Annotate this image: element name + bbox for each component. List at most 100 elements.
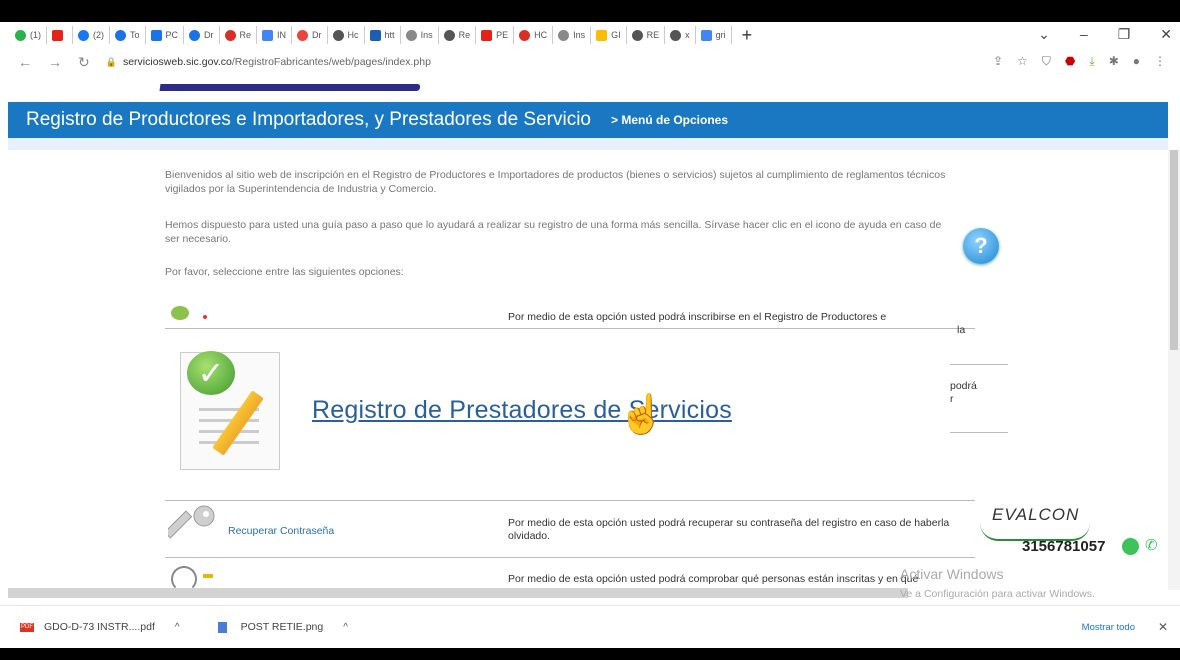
marker-dot <box>203 315 207 319</box>
horizontal-scrollbar[interactable] <box>8 588 908 598</box>
tab-favicon-icon <box>405 29 417 41</box>
ublock-icon[interactable]: ⬣ <box>1065 54 1075 69</box>
intro-paragraph-1: Bienvenidos al sitio web de inscripción … <box>165 169 946 195</box>
browser-tab[interactable] <box>47 26 73 44</box>
download-filename: POST RETIE.png <box>240 621 324 633</box>
browser-tab[interactable]: HC <box>514 26 554 44</box>
reload-icon[interactable]: ↻ <box>78 54 90 71</box>
activate-windows-title: Activar Windows <box>900 566 1004 582</box>
option-description: Por medio de esta opción usted podrá rec… <box>508 517 950 542</box>
browser-tab[interactable]: Dr <box>292 26 328 44</box>
url-field[interactable]: serviciosweb.sic.gov.co/RegistroFabrican… <box>123 56 431 68</box>
tab-label: x <box>685 30 690 40</box>
tab-label: IN <box>277 30 287 40</box>
download-item-png[interactable]: POST RETIE.png ^ <box>217 621 348 633</box>
contact-phone: 3156781057 <box>1022 538 1106 555</box>
tab-label: HC <box>534 30 548 40</box>
options-menu-link[interactable]: > Menú de Opciones <box>611 113 728 127</box>
tab-label: GI <box>611 30 621 40</box>
site-header: Registro de Productores e Importadores, … <box>8 102 1168 138</box>
extension-download-icon[interactable]: ⤓ <box>1089 54 1094 69</box>
browser-tab[interactable]: PC <box>146 26 185 44</box>
browser-tab[interactable]: gri <box>696 26 732 44</box>
minimize-icon[interactable]: – <box>1080 26 1088 43</box>
window-controls: ⌄ – ❐ ✕ <box>1038 26 1172 43</box>
option-description-fragment: podrá <box>950 380 977 392</box>
browser-tab[interactable]: x <box>665 26 696 44</box>
share-icon[interactable]: ⇪ <box>993 54 1003 69</box>
phone-icon: ✆ <box>1145 537 1158 554</box>
profile-avatar-icon[interactable]: ● <box>1133 54 1140 69</box>
tab-strip: (1) (2) To PC Dr Re IN Dr Hc htt Ins Re PE HC Ins GI RE x… <box>0 22 1180 48</box>
document-icon: ✓ <box>180 351 280 470</box>
puzzle-icon[interactable]: ✱ <box>1109 54 1119 69</box>
browser-tab[interactable]: (1) <box>10 26 47 44</box>
tab-favicon-icon <box>224 29 236 41</box>
screen: (1) (2) To PC Dr Re IN Dr Hc htt Ins Re PE HC Ins GI RE x… <box>0 0 1180 660</box>
image-file-icon <box>217 621 227 633</box>
big-check-icon: ✓ <box>187 351 235 395</box>
registro-prestadores-link[interactable]: Registro de Prestadores de Servicios <box>312 396 732 425</box>
tab-favicon-icon <box>332 29 344 41</box>
header-subband <box>8 138 1168 150</box>
option-row-consulta: Por medio de esta opción usted podrá com… <box>165 558 975 592</box>
option-row-recuperar: Recuperar Contraseña Por medio de esta o… <box>165 501 975 558</box>
tab-favicon-icon <box>596 29 608 41</box>
close-window-icon[interactable]: ✕ <box>1160 26 1172 43</box>
new-tab-button[interactable]: + <box>742 25 753 46</box>
option-description-fragment: r <box>950 393 954 405</box>
browser-tab[interactable]: Ins <box>553 26 592 44</box>
address-bar: ← → ↻ 🔒 serviciosweb.sic.gov.co/Registro… <box>0 48 1180 76</box>
browser-tab[interactable]: Ins <box>401 26 439 44</box>
forward-icon[interactable]: → <box>48 54 62 70</box>
bottom-black-bar <box>0 648 1180 660</box>
tab-label: PC <box>165 30 179 40</box>
tab-favicon-icon <box>369 29 381 41</box>
tab-favicon-icon <box>558 29 570 41</box>
browser-tab[interactable]: (2) <box>73 26 110 44</box>
recuperar-contrasena-link[interactable]: Recuperar Contraseña <box>228 525 334 537</box>
browser-menu-icon[interactable]: ⋮ <box>1154 54 1166 69</box>
tab-label: Dr <box>204 30 214 40</box>
evalcon-watermark: EVALCON 3156781057 ✆ <box>980 505 1175 565</box>
tab-search-icon[interactable]: ⌄ <box>1038 26 1050 43</box>
activate-windows-sub: Ve a Configuración para activar Windows. <box>900 588 1095 600</box>
download-filename: GDO-D-73 INSTR....pdf <box>44 621 155 633</box>
tab-label: Ins <box>573 30 586 40</box>
browser-tab[interactable]: PE <box>476 26 515 44</box>
row-divider <box>950 432 1008 433</box>
back-icon[interactable]: ← <box>18 54 32 70</box>
intro-paragraph-3: Por favor, seleccione entre las siguient… <box>165 266 404 278</box>
browser-tab[interactable]: GI <box>591 26 627 44</box>
browser-tab[interactable]: Re <box>220 26 258 44</box>
tab-favicon-icon <box>15 29 26 41</box>
browser-tab[interactable]: Re <box>439 26 477 44</box>
tab-favicon-icon <box>481 29 493 41</box>
tab-favicon-icon <box>670 29 682 41</box>
evalcon-logo: EVALCON <box>992 505 1080 524</box>
tab-favicon-icon <box>78 29 89 41</box>
browser-tab[interactable]: To <box>110 26 146 44</box>
browser-tab[interactable]: Hc <box>328 26 365 44</box>
tab-label: Re <box>458 30 471 40</box>
browser-tab[interactable]: Dr <box>184 26 220 44</box>
zoomed-option-card: ✓ Registro de Prestadores de Servicios ☝ <box>165 340 950 492</box>
tab-favicon-icon <box>262 29 274 41</box>
show-all-downloads-link[interactable]: Mostrar todo <box>1082 622 1135 633</box>
chevron-up-icon[interactable]: ^ <box>175 622 180 633</box>
browser-tab[interactable]: htt <box>365 26 401 44</box>
chevron-up-icon[interactable]: ^ <box>343 622 348 633</box>
tab-label: To <box>130 30 140 40</box>
close-icon[interactable]: ✕ <box>1158 620 1168 634</box>
yellow-marker <box>203 574 213 578</box>
browser-tab[interactable]: RE <box>627 26 666 44</box>
option-row-productores: Por medio de esta opción usted podrá ins… <box>165 302 975 329</box>
shield-icon[interactable]: ⛉ <box>1042 54 1051 69</box>
bookmark-star-icon[interactable]: ☆ <box>1017 54 1028 69</box>
download-item-pdf[interactable]: PDF GDO-D-73 INSTR....pdf ^ <box>20 621 180 633</box>
browser-tab[interactable]: IN <box>257 26 293 44</box>
restore-icon[interactable]: ❐ <box>1118 26 1131 43</box>
intro-paragraph-2: Hemos dispuesto para usted una guía paso… <box>165 219 942 245</box>
help-icon[interactable]: ? <box>963 228 999 264</box>
scrollbar-thumb[interactable] <box>1170 150 1178 350</box>
